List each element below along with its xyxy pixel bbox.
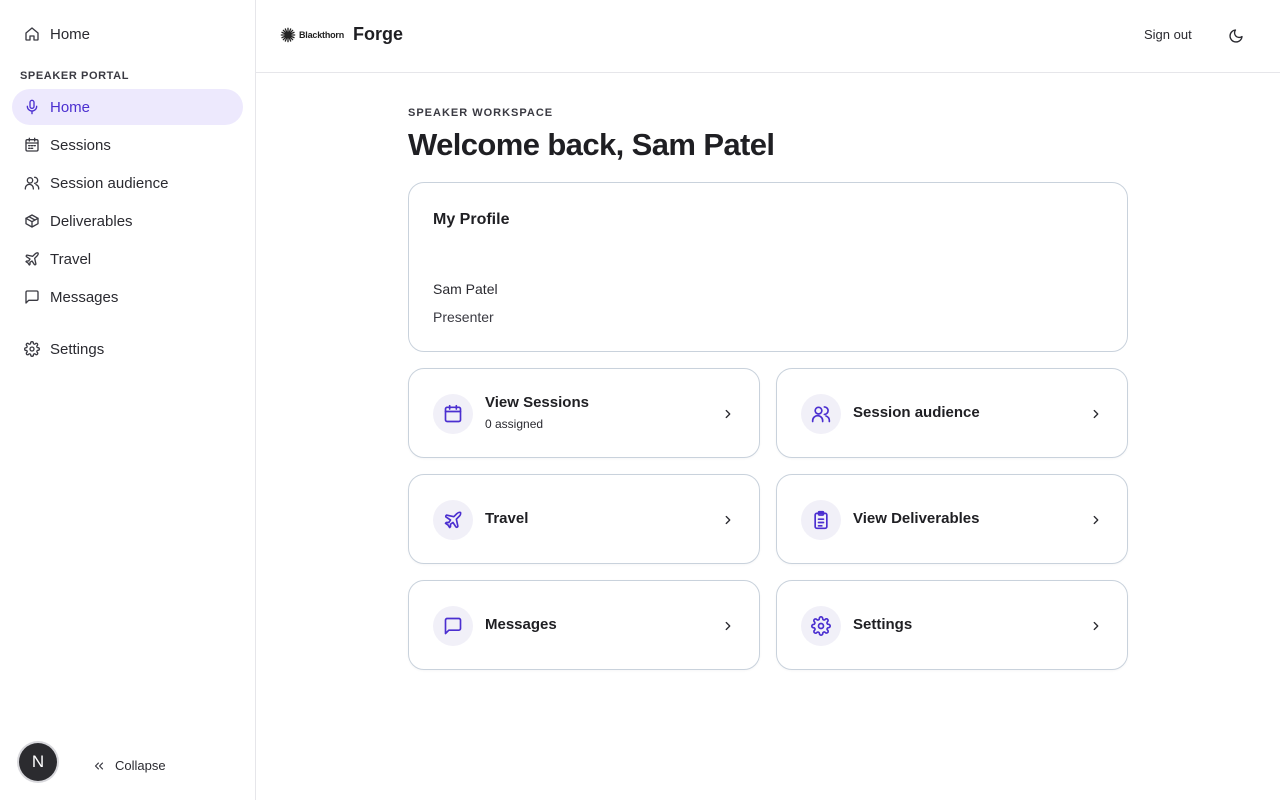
page-eyebrow: SPEAKER WORKSPACE xyxy=(408,107,554,119)
sidebar-item-label: Sessions xyxy=(50,136,111,154)
tile-title: Settings xyxy=(853,616,913,633)
chevron-right-icon xyxy=(1089,619,1103,633)
top-header: Blackthorn Forge Sign out xyxy=(256,0,1280,73)
sidebar-item-label: Settings xyxy=(50,340,105,358)
tile-title: Session audience xyxy=(853,404,980,421)
tile-subtitle: 0 assigned xyxy=(485,417,544,431)
sidebar-item-label: Home xyxy=(50,98,91,116)
page-title: Welcome back, Sam Patel xyxy=(408,127,775,162)
tile-title: View Deliverables xyxy=(853,510,980,527)
tile-settings[interactable]: Settings xyxy=(776,580,1128,670)
blackthorn-logo-icon xyxy=(280,27,296,43)
profile-name: Sam Patel xyxy=(433,281,498,297)
home-icon xyxy=(24,26,40,42)
calendar-icon xyxy=(433,394,473,434)
sidebar-item-session-audience[interactable]: Session audience xyxy=(12,165,243,201)
chevron-right-icon xyxy=(721,513,735,527)
sidebar-item-settings[interactable]: Settings xyxy=(12,331,243,367)
message-icon xyxy=(433,606,473,646)
tile-title: Messages xyxy=(485,616,557,633)
avatar[interactable]: N xyxy=(19,743,57,781)
collapse-label: Collapse xyxy=(115,758,166,773)
chevron-right-icon xyxy=(721,407,735,421)
tile-title: Travel xyxy=(485,510,529,527)
chevron-right-icon xyxy=(721,619,735,633)
microphone-icon xyxy=(24,99,40,115)
sidebar-section-label: SPEAKER PORTAL xyxy=(20,70,130,82)
theme-toggle-moon-icon[interactable] xyxy=(1228,28,1244,44)
users-icon xyxy=(801,394,841,434)
sidebar-item-label: Deliverables xyxy=(50,212,133,230)
tile-messages[interactable]: Messages xyxy=(408,580,760,670)
chevron-right-icon xyxy=(1089,513,1103,527)
sidebar-item-home-top[interactable]: Home xyxy=(12,16,243,52)
users-icon xyxy=(24,175,40,191)
sidebar-item-label: Travel xyxy=(50,250,92,268)
plane-icon xyxy=(24,251,40,267)
profile-role: Presenter xyxy=(433,309,494,325)
sidebar-item-sessions[interactable]: Sessions xyxy=(12,127,243,163)
package-icon xyxy=(24,213,40,229)
sidebar-item-deliverables[interactable]: Deliverables xyxy=(12,203,243,239)
brand-product-name: Forge xyxy=(353,24,404,44)
sidebar-item-label: Messages xyxy=(50,288,119,306)
sidebar-item-travel[interactable]: Travel xyxy=(12,241,243,277)
sidebar-item-home[interactable]: Home xyxy=(12,89,243,125)
plane-icon xyxy=(433,500,473,540)
tile-session-audience[interactable]: Session audience xyxy=(776,368,1128,458)
tile-title: View Sessions xyxy=(485,394,589,411)
sidebar: Home SPEAKER PORTAL Home Sessions Sessio… xyxy=(0,0,256,800)
gear-icon xyxy=(24,341,40,357)
profile-card: My Profile Sam Patel Presenter xyxy=(408,182,1128,352)
sidebar-item-label: Home xyxy=(50,25,91,43)
brand-logo[interactable]: Blackthorn Forge xyxy=(280,24,403,45)
tile-view-sessions[interactable]: View Sessions 0 assigned xyxy=(408,368,760,458)
collapse-button[interactable]: Collapse xyxy=(92,758,166,773)
sign-out-button[interactable]: Sign out xyxy=(1144,27,1192,42)
clipboard-icon xyxy=(801,500,841,540)
profile-card-title: My Profile xyxy=(433,211,510,228)
calendar-icon xyxy=(24,137,40,153)
brand-company-name: Blackthorn xyxy=(299,29,345,40)
gear-icon xyxy=(801,606,841,646)
chevrons-left-icon xyxy=(92,759,106,773)
sidebar-item-messages[interactable]: Messages xyxy=(12,279,243,315)
tile-view-deliverables[interactable]: View Deliverables xyxy=(776,474,1128,564)
chevron-right-icon xyxy=(1089,407,1103,421)
sidebar-item-label: Session audience xyxy=(50,174,169,192)
tile-travel[interactable]: Travel xyxy=(408,474,760,564)
message-icon xyxy=(24,289,40,305)
